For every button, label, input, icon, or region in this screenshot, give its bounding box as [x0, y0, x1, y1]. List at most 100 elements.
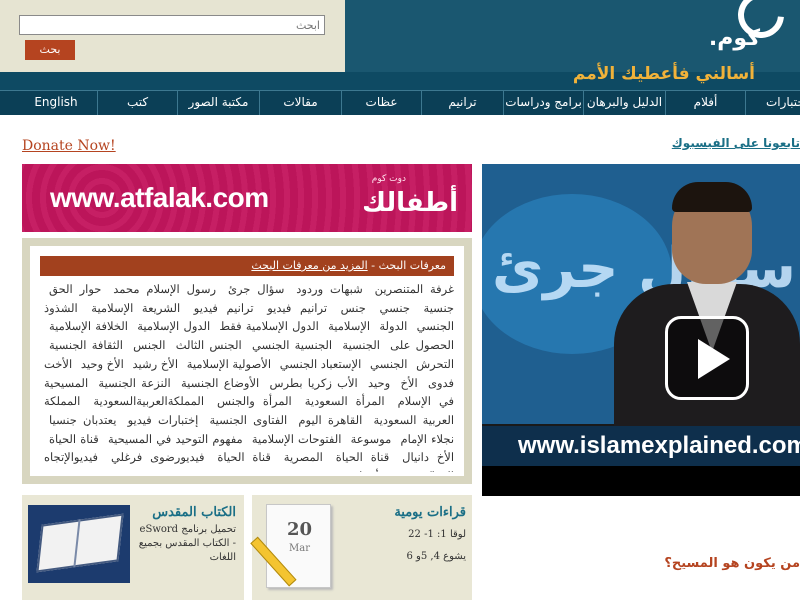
nav-item-articles[interactable]: مقالات	[259, 91, 341, 115]
search-tag[interactable]: الدول الإسلامية فقط	[219, 319, 318, 333]
search-tag[interactable]: المملكةالعربيةالسعودية	[93, 394, 204, 408]
nav-item-hymns[interactable]: ترانيم	[421, 91, 503, 115]
play-button[interactable]	[665, 316, 749, 400]
daily-reading-1[interactable]: لوقا 1: 1- 22	[408, 529, 466, 540]
search-tag[interactable]: الأخ	[400, 376, 417, 390]
search-tag[interactable]: المرأة السعودية	[305, 394, 385, 408]
search-tags-title: معرفات البحث -	[367, 259, 446, 272]
site-slogan: أسالني فأعطيك الأمم	[572, 64, 755, 84]
search-tag[interactable]: حوار الحق	[49, 282, 101, 296]
search-tags-panel: معرفات البحث - المزيد من معرفات البحث غر…	[22, 238, 472, 484]
facebook-follow-link[interactable]: تابعونا على الفيسبوك	[672, 136, 800, 150]
search-tags-header: معرفات البحث - المزيد من معرفات البحث	[40, 256, 454, 276]
search-tag[interactable]: الحصول على	[390, 338, 454, 352]
search-tag[interactable]: جنسي	[380, 301, 410, 315]
nav-item-films[interactable]: أفلام	[665, 91, 745, 115]
video-url: www.islamexplained.com	[518, 432, 800, 459]
search-tag[interactable]: الجنسية الجنسي	[252, 338, 332, 352]
video-control-strip	[482, 466, 800, 496]
search-tag[interactable]: الجنسي	[370, 357, 407, 371]
search-tag[interactable]: ترانيم فيديو	[267, 301, 327, 315]
bible-box: الكتاب المقدس تحميل برنامج eSword - الكت…	[22, 495, 244, 600]
search-tag[interactable]: نجلاء الإمام	[400, 432, 454, 446]
search-tag[interactable]: الأب زكريا بطرس	[270, 376, 358, 390]
search-tag[interactable]: الفتوحات الإسلامية	[252, 432, 342, 446]
bible-title[interactable]: الكتاب المقدس	[152, 505, 236, 520]
search-tag[interactable]: قناة الحياة	[336, 450, 390, 464]
search-tag[interactable]: الشريعة الإسلامية	[91, 301, 180, 315]
search-tag[interactable]: الأوضاع الجنسية	[181, 376, 259, 390]
calendar-month: Mar	[289, 543, 310, 554]
search-tag[interactable]: التحرش	[416, 357, 454, 371]
nav-item-gallery[interactable]: مكتبة الصور	[177, 91, 259, 115]
calendar-day: 20	[286, 519, 313, 540]
search-tag[interactable]: الثقافة الجنسية	[49, 338, 123, 352]
search-tag[interactable]: الجنس	[133, 338, 165, 352]
calendar-icon: 20 Mar	[266, 504, 331, 588]
search-tag[interactable]: الجنس الثالث	[176, 338, 242, 352]
main-nav: English كتب مكتبة الصور مقالات عظات تران…	[0, 90, 800, 115]
search-tag[interactable]: شبهات وردود	[296, 282, 363, 296]
question-heading[interactable]: من يكون هو المسيح؟	[664, 556, 800, 571]
search-tag[interactable]: المرأة والجنس	[217, 394, 292, 408]
daily-reading-2[interactable]: يشوع 4, 5و 6	[406, 551, 466, 562]
search-tag[interactable]: سؤال جرئ	[228, 282, 284, 296]
bible-description: تحميل برنامج eSword - الكتاب المقدس بجمي…	[138, 524, 236, 563]
search-tag[interactable]: الفتاوى الجنسية	[209, 413, 287, 427]
logo-text: كوم.	[708, 26, 760, 51]
nav-item-evidence[interactable]: الدليل والبرهان	[583, 91, 665, 115]
search-tag[interactable]: قناة الحياة	[217, 450, 271, 464]
search-tag[interactable]: رسول الإسلام محمد	[113, 282, 216, 296]
search-tag[interactable]: القاهرة اليوم	[298, 413, 362, 427]
search-input[interactable]	[19, 15, 325, 35]
video-player[interactable]: سؤال جرئ www.islamexplained.com	[482, 164, 800, 496]
nav-item-tests[interactable]: اختبارات	[745, 91, 800, 115]
search-tag[interactable]: يعتدبان جنسيا	[49, 413, 116, 427]
donate-link[interactable]: Donate Now!	[22, 138, 116, 154]
search-tag[interactable]: وحيد	[368, 376, 390, 390]
search-tag[interactable]: قناة الحياة	[49, 432, 99, 446]
search-tag[interactable]: فيديورضوى فرغلي	[111, 450, 205, 464]
search-tag[interactable]: إختبارات فيديو	[128, 413, 199, 427]
search-tag[interactable]: جنسية	[424, 301, 454, 315]
search-panel: بحث	[0, 0, 345, 72]
search-tag[interactable]: الأصولية الإسلامية	[187, 357, 271, 371]
search-tag[interactable]: فيديو	[315, 469, 339, 472]
search-tags-list: غرفة المتنصرين شبهات وردود سؤال جرئ رسول…	[44, 280, 454, 472]
search-tag[interactable]: الخلافة الإسلامية	[49, 319, 128, 333]
search-tag[interactable]: المصرية	[284, 450, 323, 464]
banner-url: www.atfalak.com	[50, 182, 269, 213]
page: بحث كوم. أسالني فأعطيك الأمم English كتب…	[0, 0, 800, 600]
search-tags-inner: معرفات البحث - المزيد من معرفات البحث غر…	[30, 246, 464, 476]
search-tag[interactable]: ترانيم فيديو	[194, 301, 254, 315]
site-header: بحث كوم. أسالني فأعطيك الأمم	[0, 0, 800, 90]
banner-logo: أطفالك	[362, 188, 458, 218]
nav-item-books[interactable]: كتب	[97, 91, 177, 115]
search-tag[interactable]: الإستعباد الجنسي	[280, 357, 362, 371]
search-tag[interactable]: غرفة المتنصرين	[375, 282, 454, 296]
search-tag[interactable]: موسوعة	[351, 432, 392, 446]
nav-item-programs[interactable]: برامج ودراسات	[503, 91, 583, 115]
search-tag[interactable]: فيديوأحداث	[348, 469, 403, 472]
search-tag[interactable]: الدولة	[379, 319, 407, 333]
daily-readings-box: 20 Mar قراءات يومية لوقا 1: 1- 22 يشوع 4…	[250, 495, 472, 600]
search-tag[interactable]: الأخ وحيد	[81, 357, 124, 371]
search-tag[interactable]: الدول الإسلامية	[137, 319, 210, 333]
daily-readings-title[interactable]: قراءات يومية	[394, 505, 466, 520]
atfalak-banner[interactable]: www.atfalak.com دوت كوم أطفالك	[22, 164, 472, 232]
host-hair	[672, 182, 752, 212]
nav-item-english[interactable]: English	[15, 91, 97, 115]
search-tag[interactable]: جنس	[341, 301, 366, 315]
search-tag[interactable]: الإسلامية	[328, 319, 370, 333]
search-tag[interactable]: النزعة الجنسية	[98, 376, 170, 390]
banner-logo-sub: دوت كوم	[371, 174, 406, 184]
site-logo[interactable]: كوم.	[688, 0, 800, 54]
more-tags-link[interactable]: المزيد من معرفات البحث	[251, 259, 367, 272]
nav-item-sermons[interactable]: عظات	[341, 91, 421, 115]
bible-image[interactable]	[28, 505, 130, 583]
search-button[interactable]: بحث	[25, 40, 75, 60]
search-tag[interactable]: الجنسية	[342, 338, 380, 352]
search-tag[interactable]: الأخ دانيال	[402, 450, 454, 464]
search-tag[interactable]: الأخ رشيد	[133, 357, 179, 371]
search-tag[interactable]: مفهوم التوحيد في المسيحية	[108, 432, 243, 446]
